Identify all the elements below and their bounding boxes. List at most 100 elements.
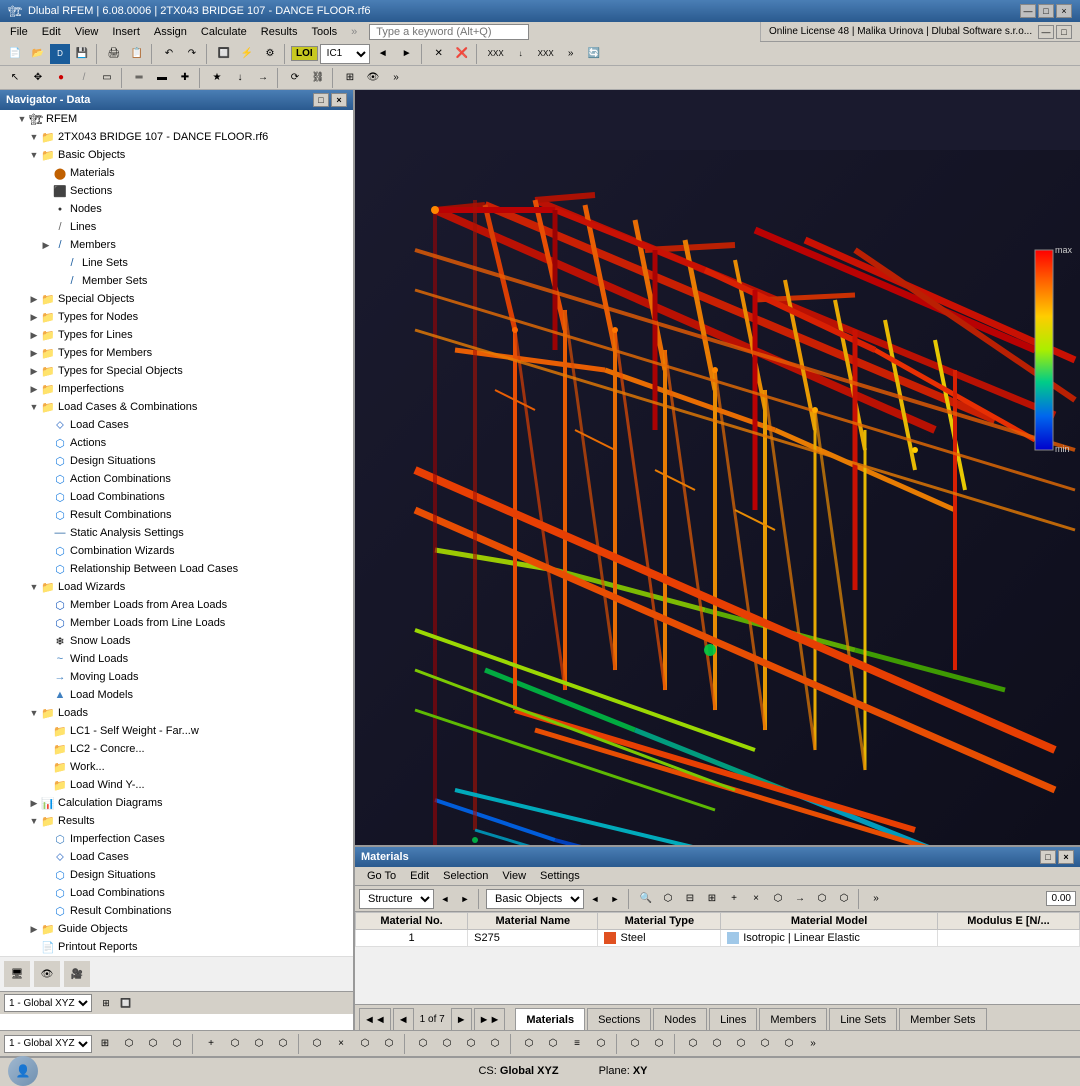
tab-members[interactable]: Members bbox=[759, 1008, 827, 1030]
bottom-btn28[interactable]: » bbox=[802, 1033, 824, 1055]
bottom-btn24[interactable]: ⬡ bbox=[706, 1033, 728, 1055]
bottom-btn7[interactable]: ⬡ bbox=[248, 1033, 270, 1055]
tree-item-types-special[interactable]: ▶ 📁 Types for Special Objects bbox=[0, 362, 353, 380]
tb2-line[interactable]: / bbox=[73, 67, 95, 89]
tree-item-membersets[interactable]: / Member Sets bbox=[0, 272, 353, 290]
lcc-toggle[interactable]: ▼ bbox=[28, 401, 40, 413]
tree-item-basic-objects[interactable]: ▼ 📁 Basic Objects bbox=[0, 146, 353, 164]
close-button[interactable]: × bbox=[1056, 4, 1072, 18]
coord-select[interactable]: 1 - Global XYZ bbox=[4, 1035, 92, 1053]
mat-structure-dropdown[interactable]: Structure bbox=[359, 889, 434, 909]
tree-item-printout[interactable]: 📄 Printout Reports bbox=[0, 938, 353, 956]
tb2-spring[interactable]: ⟳ bbox=[284, 67, 306, 89]
tree-item-rfem[interactable]: ▼ 🏗 RFEM bbox=[0, 110, 353, 128]
tree-item-load-comb[interactable]: ⬡ Load Combinations bbox=[0, 488, 353, 506]
mat-settings-btn[interactable]: » bbox=[866, 889, 886, 909]
tree-item-lc-res[interactable]: ⬦ Load Cases bbox=[0, 848, 353, 866]
mat-filter-btn[interactable]: ⬡ bbox=[658, 889, 678, 909]
mat-last-page[interactable]: ►► bbox=[474, 1008, 506, 1030]
tree-item-types-nodes[interactable]: ▶ 📁 Types for Nodes bbox=[0, 308, 353, 326]
tree-item-work[interactable]: 📁 Work... bbox=[0, 758, 353, 776]
tab-line-sets[interactable]: Line Sets bbox=[829, 1008, 897, 1030]
bottom-btn15[interactable]: ⬡ bbox=[460, 1033, 482, 1055]
search-input[interactable] bbox=[369, 24, 529, 40]
tb-more-3[interactable]: » bbox=[560, 43, 582, 65]
tb-more-1[interactable]: ✕ bbox=[428, 43, 450, 65]
nav-btn-video[interactable]: 🎥 bbox=[64, 961, 90, 987]
tree-item-project[interactable]: ▼ 📁 2TX043 BRIDGE 107 - DANCE FLOOR.rf6 bbox=[0, 128, 353, 146]
menu-calculate[interactable]: Calculate bbox=[195, 24, 253, 40]
lw-toggle[interactable]: ▼ bbox=[28, 581, 40, 593]
navigator-title-controls[interactable]: □ × bbox=[313, 93, 347, 107]
nav-close-btn[interactable]: × bbox=[331, 93, 347, 107]
tb2-load[interactable]: ↓ bbox=[229, 67, 251, 89]
bottom-btn21[interactable]: ⬡ bbox=[624, 1033, 646, 1055]
bottom-btn12[interactable]: ⬡ bbox=[378, 1033, 400, 1055]
tree-item-design-sit[interactable]: ⬡ Design Situations bbox=[0, 452, 353, 470]
bottom-btn20[interactable]: ⬡ bbox=[590, 1033, 612, 1055]
tree-item-result-comb[interactable]: ⬡ Result Combinations bbox=[0, 506, 353, 524]
mat-first-page[interactable]: ◄◄ bbox=[359, 1008, 391, 1030]
mat-prev-page[interactable]: ◄ bbox=[393, 1008, 414, 1030]
nav-bottom-icons[interactable]: 🖥 👁 🎥 bbox=[0, 956, 353, 991]
tab-sections[interactable]: Sections bbox=[587, 1008, 651, 1030]
mat-menu-goto[interactable]: Go To bbox=[361, 869, 402, 883]
nav-btn-eye[interactable]: 👁 bbox=[34, 961, 60, 987]
mat-move-btn[interactable]: → bbox=[790, 889, 810, 909]
tree-item-load-wizards[interactable]: ▼ 📁 Load Wizards bbox=[0, 578, 353, 596]
bottom-btn10[interactable]: × bbox=[330, 1033, 352, 1055]
tree-item-moving[interactable]: → Moving Loads bbox=[0, 668, 353, 686]
rfem-toggle[interactable]: ▼ bbox=[16, 113, 28, 125]
calcdiag-toggle[interactable]: ▶ bbox=[28, 797, 40, 809]
tree-item-linesets[interactable]: / Line Sets bbox=[0, 254, 353, 272]
bottom-btn26[interactable]: ⬡ bbox=[754, 1033, 776, 1055]
tree-item-imperfections[interactable]: ▶ 📁 Imperfections bbox=[0, 380, 353, 398]
menu-view[interactable]: View bbox=[69, 24, 105, 40]
online-minimize[interactable]: — bbox=[1038, 25, 1054, 39]
mat-pagination[interactable]: ◄◄ ◄ 1 of 7 ► ►► bbox=[359, 1008, 505, 1030]
tb2-beam[interactable]: ▬ bbox=[151, 67, 173, 89]
bottom-btn1[interactable]: ⊞ bbox=[94, 1033, 116, 1055]
tree-item-rc-res[interactable]: ⬡ Result Combinations bbox=[0, 902, 353, 920]
typeslines-toggle[interactable]: ▶ bbox=[28, 329, 40, 341]
bottom-btn23[interactable]: ⬡ bbox=[682, 1033, 704, 1055]
mat-menu-selection[interactable]: Selection bbox=[437, 869, 494, 883]
mat-search-btn[interactable]: 🔍 bbox=[636, 889, 656, 909]
tb-more-2[interactable]: ❌ bbox=[451, 43, 473, 65]
bottom-btn18[interactable]: ⬡ bbox=[542, 1033, 564, 1055]
tree-item-relationship[interactable]: ⬡ Relationship Between Load Cases bbox=[0, 560, 353, 578]
tb-sub1[interactable]: ↓ bbox=[510, 43, 532, 65]
bottom-btn27[interactable]: ⬡ bbox=[778, 1033, 800, 1055]
mat-menu-settings[interactable]: Settings bbox=[534, 869, 586, 883]
tb2-more[interactable]: » bbox=[385, 67, 407, 89]
loads-toggle[interactable]: ▼ bbox=[28, 707, 40, 719]
mat-next-page[interactable]: ► bbox=[451, 1008, 472, 1030]
menu-tools[interactable]: Tools bbox=[305, 24, 343, 40]
basic-toggle[interactable]: ▼ bbox=[28, 149, 40, 161]
tree-item-loadcases-comb[interactable]: ▼ 📁 Load Cases & Combinations bbox=[0, 398, 353, 416]
mat-obj-next-btn[interactable]: ► bbox=[606, 890, 624, 908]
typesspecial-toggle[interactable]: ▶ bbox=[28, 365, 40, 377]
tb-settings[interactable]: ⚙ bbox=[259, 43, 281, 65]
menu-assign[interactable]: Assign bbox=[148, 24, 193, 40]
navigator-content[interactable]: ▼ 🏗 RFEM ▼ 📁 2TX043 BRIDGE 107 - DANCE F… bbox=[0, 110, 353, 1030]
typesnodes-toggle[interactable]: ▶ bbox=[28, 311, 40, 323]
tb-undo[interactable]: ↶ bbox=[158, 43, 180, 65]
tb-snap[interactable]: 🔲 bbox=[213, 43, 235, 65]
bottom-btn3[interactable]: ⬡ bbox=[142, 1033, 164, 1055]
online-restore[interactable]: □ bbox=[1056, 25, 1072, 39]
bottom-btn19[interactable]: ≡ bbox=[566, 1033, 588, 1055]
tree-item-sections[interactable]: ⬛ Sections bbox=[0, 182, 353, 200]
tree-item-wind-y[interactable]: 📁 Load Wind Y-... bbox=[0, 776, 353, 794]
tb2-surf[interactable]: ▭ bbox=[96, 67, 118, 89]
tree-item-lc-comb-res[interactable]: ⬡ Load Combinations bbox=[0, 884, 353, 902]
tree-item-snow[interactable]: ❄ Snow Loads bbox=[0, 632, 353, 650]
menu-results[interactable]: Results bbox=[255, 24, 304, 40]
materials-panel-controls[interactable]: □ × bbox=[1040, 850, 1074, 864]
bottom-btn6[interactable]: ⬡ bbox=[224, 1033, 246, 1055]
bottom-btn22[interactable]: ⬡ bbox=[648, 1033, 670, 1055]
tree-item-materials[interactable]: ⬤ Materials bbox=[0, 164, 353, 182]
tree-item-special[interactable]: ▶ 📁 Special Objects bbox=[0, 290, 353, 308]
minimize-button[interactable]: — bbox=[1020, 4, 1036, 18]
mat-close-btn[interactable]: × bbox=[1058, 850, 1074, 864]
